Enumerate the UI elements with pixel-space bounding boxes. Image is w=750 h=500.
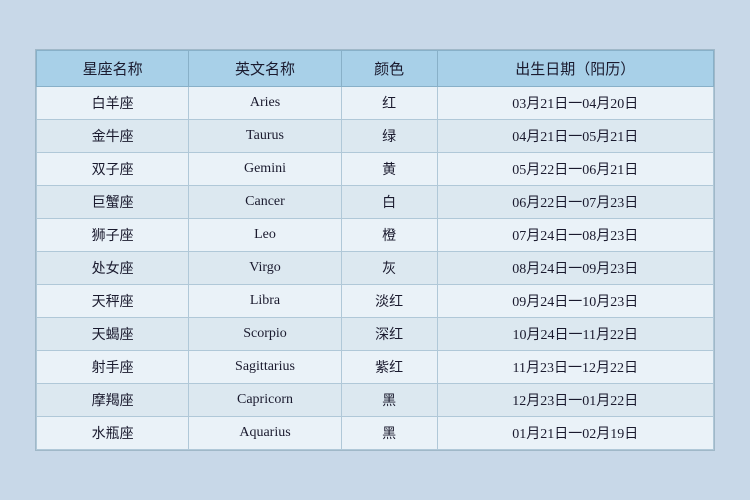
cell-dates: 07月24日一08月23日 [437, 219, 713, 252]
cell-english-name: Sagittarius [189, 351, 341, 384]
cell-chinese-name: 白羊座 [37, 87, 189, 120]
cell-color: 淡红 [341, 285, 437, 318]
cell-chinese-name: 天蝎座 [37, 318, 189, 351]
cell-chinese-name: 金牛座 [37, 120, 189, 153]
cell-english-name: Libra [189, 285, 341, 318]
cell-color: 红 [341, 87, 437, 120]
cell-english-name: Leo [189, 219, 341, 252]
table-row: 射手座Sagittarius紫红11月23日一12月22日 [37, 351, 714, 384]
cell-color: 黑 [341, 384, 437, 417]
cell-english-name: Aquarius [189, 417, 341, 450]
cell-chinese-name: 狮子座 [37, 219, 189, 252]
cell-color: 黄 [341, 153, 437, 186]
cell-english-name: Capricorn [189, 384, 341, 417]
cell-color: 白 [341, 186, 437, 219]
table-row: 处女座Virgo灰08月24日一09月23日 [37, 252, 714, 285]
cell-chinese-name: 摩羯座 [37, 384, 189, 417]
cell-chinese-name: 射手座 [37, 351, 189, 384]
cell-dates: 06月22日一07月23日 [437, 186, 713, 219]
cell-english-name: Cancer [189, 186, 341, 219]
table-header-row: 星座名称 英文名称 颜色 出生日期（阳历） [37, 51, 714, 87]
table-row: 天秤座Libra淡红09月24日一10月23日 [37, 285, 714, 318]
cell-english-name: Virgo [189, 252, 341, 285]
cell-english-name: Taurus [189, 120, 341, 153]
zodiac-table-container: 星座名称 英文名称 颜色 出生日期（阳历） 白羊座Aries红03月21日一04… [35, 49, 715, 451]
cell-color: 紫红 [341, 351, 437, 384]
table-row: 天蝎座Scorpio深红10月24日一11月22日 [37, 318, 714, 351]
table-row: 金牛座Taurus绿04月21日一05月21日 [37, 120, 714, 153]
cell-chinese-name: 水瓶座 [37, 417, 189, 450]
header-color: 颜色 [341, 51, 437, 87]
cell-dates: 05月22日一06月21日 [437, 153, 713, 186]
cell-color: 灰 [341, 252, 437, 285]
table-row: 狮子座Leo橙07月24日一08月23日 [37, 219, 714, 252]
zodiac-table: 星座名称 英文名称 颜色 出生日期（阳历） 白羊座Aries红03月21日一04… [36, 50, 714, 450]
cell-dates: 09月24日一10月23日 [437, 285, 713, 318]
cell-color: 绿 [341, 120, 437, 153]
cell-chinese-name: 巨蟹座 [37, 186, 189, 219]
cell-dates: 04月21日一05月21日 [437, 120, 713, 153]
table-row: 巨蟹座Cancer白06月22日一07月23日 [37, 186, 714, 219]
table-row: 白羊座Aries红03月21日一04月20日 [37, 87, 714, 120]
header-english-name: 英文名称 [189, 51, 341, 87]
cell-dates: 03月21日一04月20日 [437, 87, 713, 120]
cell-english-name: Gemini [189, 153, 341, 186]
cell-english-name: Scorpio [189, 318, 341, 351]
cell-chinese-name: 双子座 [37, 153, 189, 186]
table-body: 白羊座Aries红03月21日一04月20日金牛座Taurus绿04月21日一0… [37, 87, 714, 450]
table-row: 双子座Gemini黄05月22日一06月21日 [37, 153, 714, 186]
cell-chinese-name: 处女座 [37, 252, 189, 285]
cell-dates: 01月21日一02月19日 [437, 417, 713, 450]
cell-dates: 08月24日一09月23日 [437, 252, 713, 285]
header-chinese-name: 星座名称 [37, 51, 189, 87]
cell-dates: 10月24日一11月22日 [437, 318, 713, 351]
table-row: 摩羯座Capricorn黑12月23日一01月22日 [37, 384, 714, 417]
cell-chinese-name: 天秤座 [37, 285, 189, 318]
cell-color: 黑 [341, 417, 437, 450]
cell-dates: 12月23日一01月22日 [437, 384, 713, 417]
cell-dates: 11月23日一12月22日 [437, 351, 713, 384]
cell-color: 橙 [341, 219, 437, 252]
cell-color: 深红 [341, 318, 437, 351]
header-birth-date: 出生日期（阳历） [437, 51, 713, 87]
cell-english-name: Aries [189, 87, 341, 120]
table-row: 水瓶座Aquarius黑01月21日一02月19日 [37, 417, 714, 450]
